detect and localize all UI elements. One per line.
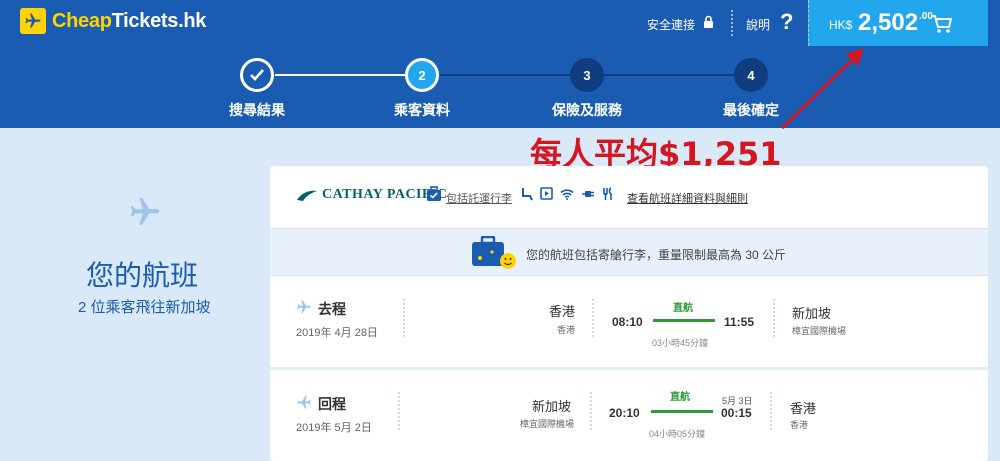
step-2-circle: 2 [405,58,439,92]
secure-connection-label: 安全連接 [647,18,696,32]
leg-direction: 回程 [318,396,346,412]
destination-city: 香港 [790,401,817,416]
baggage-notice: 您的航班包括寄艙行李，重量限制最高為 30 公斤 [270,228,988,276]
origin-airport: 香港 [557,325,576,335]
flight-duration: 04小時05分鐘 [649,429,706,439]
plane-icon [296,394,312,415]
origin-city: 新加坡 [532,399,572,414]
plane-icon [296,299,312,320]
divider [770,392,772,430]
depart-time: 08:10 [612,315,643,329]
leg-date: 2019年 4月 28日 [296,327,378,339]
help-link[interactable]: 說明 [746,16,770,33]
suitcase-smile-icon [470,235,520,275]
destination-airport: 樟宜國際機場 [792,326,847,336]
checked-bag-icon [426,186,442,207]
depart-time: 20:10 [609,406,640,420]
destination-city: 新加坡 [792,306,832,321]
plane-icon [128,195,162,234]
baggage-notice-text: 您的航班包括寄艙行李，重量限制最高為 30 公斤 [526,248,787,262]
flight-line [653,319,715,322]
arrive-time: 11:55 [724,315,755,329]
flight-card: CATHAY PACIFIC 包括託運行李 查看航班詳細資料與細則 您的航班包括… [270,166,988,461]
flight-line [651,410,713,413]
leg-direction: 去程 [318,301,346,317]
plane-logo-icon [20,8,46,34]
cart-total: 2,502 [858,9,919,36]
return-leg[interactable]: 回程 2019年 5月 2日 新加坡 樟宜國際機場 20:10 直航 04小時0… [270,367,988,451]
flight-details-link[interactable]: 查看航班詳細資料與細則 [627,190,748,206]
nonstop-label: 直航 [673,303,693,314]
help-icon[interactable]: ? [780,9,793,35]
divider [398,392,400,430]
brand-name: CheapTickets.hk [52,9,207,32]
leg-date: 2019年 5月 2日 [296,422,372,434]
step-connector [604,74,734,76]
step-1-label[interactable]: 搜尋結果 [197,100,317,120]
lock-icon [703,15,714,34]
summary-title: 您的航班 [86,260,199,291]
flight-duration: 03小時45分鐘 [652,338,709,348]
logo[interactable]: CheapTickets.hk [20,8,206,34]
divider [403,299,405,337]
divider [773,299,775,337]
baggage-included-link[interactable]: 包括託運行李 [446,190,512,206]
outbound-leg[interactable]: 去程 2019年 4月 28日 香港 香港 08:10 直航 03小時45分鐘 … [270,279,988,363]
divider [590,392,592,430]
power-plug-icon [581,187,595,205]
cart-icon [931,14,953,39]
step-connector [275,74,407,76]
seat-icon [521,187,534,206]
divider [731,10,733,36]
step-connector [440,74,571,76]
entertainment-icon [540,187,553,205]
origin-airport: 樟宜國際機場 [520,419,575,429]
arrive-time: 00:15 [721,406,752,420]
step-3-label: 保險及服務 [552,102,622,118]
cart-currency: HK$ [829,18,853,32]
destination-airport: 香港 [790,420,809,430]
summary-subtitle: 2 位乘客飛往新加坡 [78,299,211,316]
step-3-circle: 3 [570,58,604,92]
step-1-check-icon[interactable] [240,58,274,92]
annotation-arrow [780,48,864,130]
wifi-icon [560,187,574,205]
origin-city: 香港 [548,304,575,319]
meal-icon [602,187,614,206]
step-2-label: 乘客資料 [394,102,450,118]
airline-logo: CATHAY PACIFIC [296,187,448,203]
divider [592,299,594,337]
cathay-brushwing-icon [297,190,317,201]
nonstop-label: 直航 [670,392,690,403]
